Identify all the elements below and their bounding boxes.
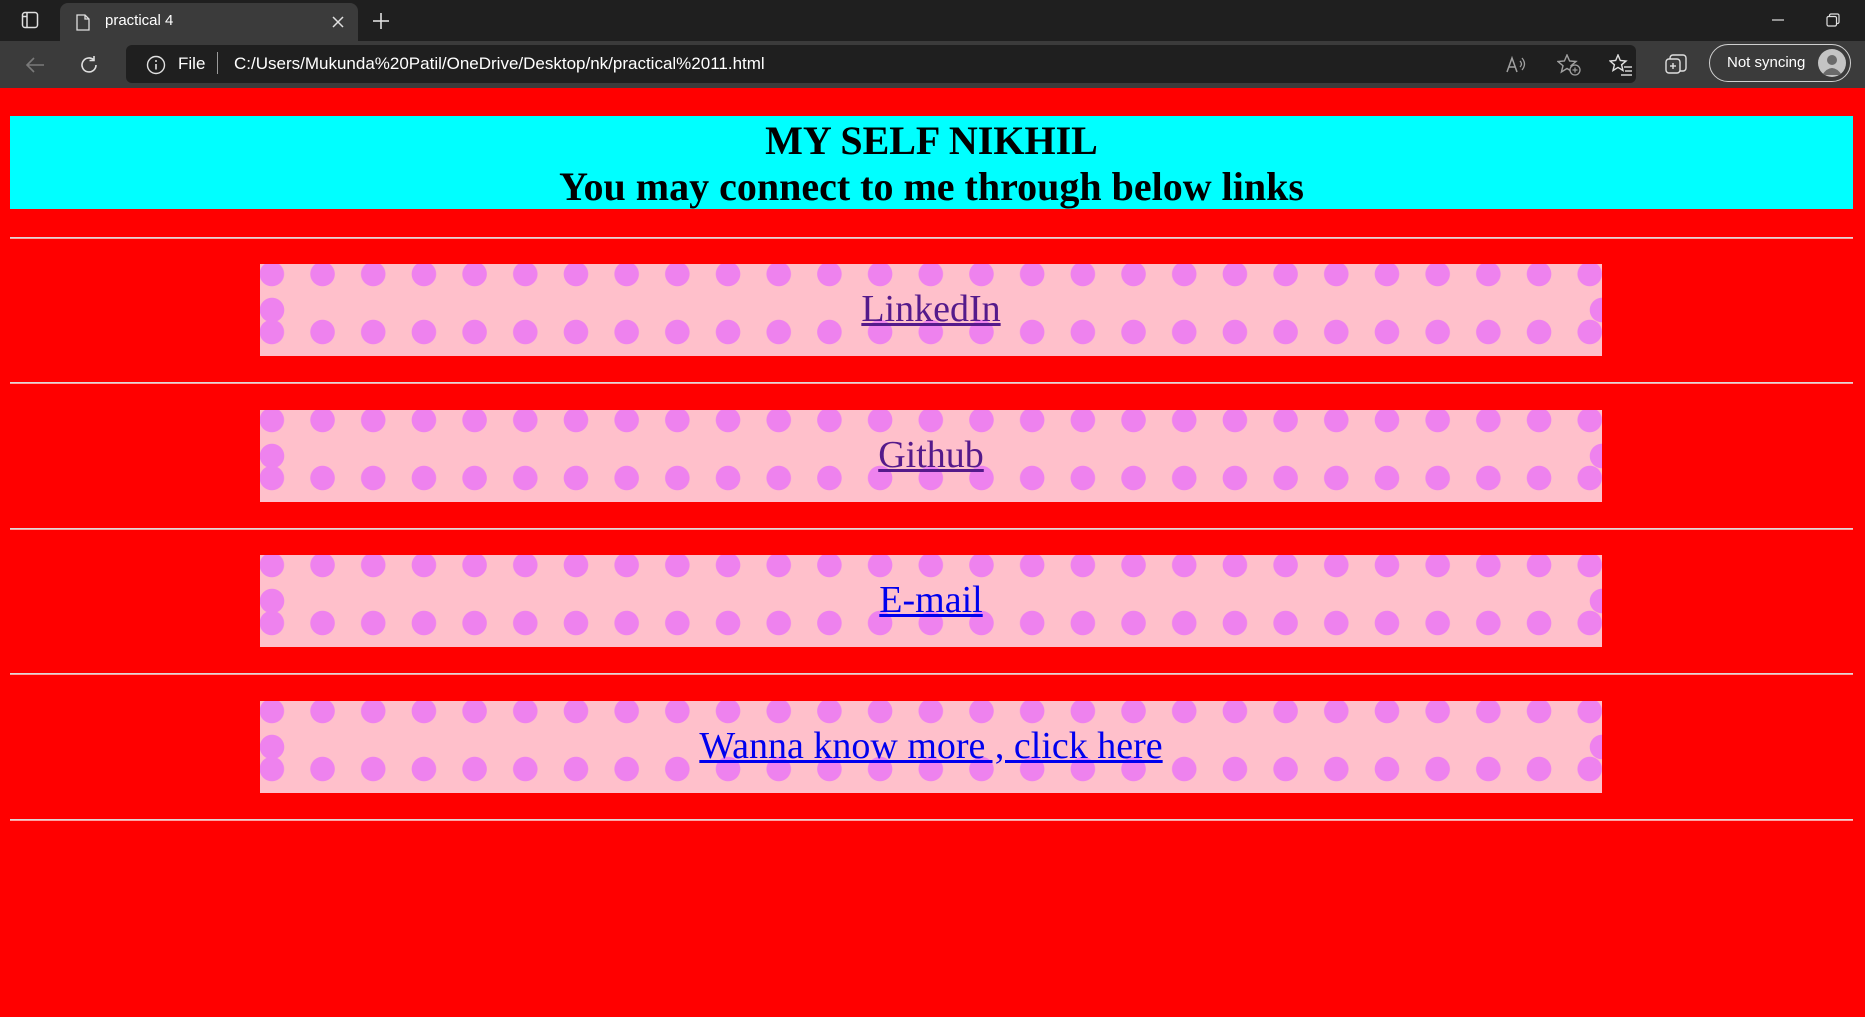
new-tab-button[interactable] bbox=[366, 6, 396, 36]
collections-icon[interactable] bbox=[1662, 51, 1690, 79]
divider bbox=[10, 382, 1853, 384]
divider bbox=[10, 673, 1853, 675]
tab-actions-icon[interactable] bbox=[14, 6, 46, 34]
page-subtitle: You may connect to me through below link… bbox=[559, 164, 1304, 209]
linkedin-link[interactable]: LinkedIn bbox=[861, 286, 1000, 332]
tab-bar: practical 4 bbox=[0, 0, 1865, 41]
link-box-linkedin: LinkedIn bbox=[260, 264, 1602, 356]
avatar bbox=[1818, 49, 1846, 77]
add-favorite-icon[interactable] bbox=[1557, 53, 1581, 77]
refresh-icon[interactable] bbox=[73, 49, 105, 81]
restore-icon[interactable] bbox=[1815, 6, 1851, 34]
tab-practical-4[interactable]: practical 4 bbox=[60, 3, 358, 41]
address-separator bbox=[217, 52, 218, 74]
address-bar[interactable]: File C:/Users/Mukunda%20Patil/OneDrive/D… bbox=[126, 45, 1636, 83]
plus-icon bbox=[373, 13, 389, 29]
github-link[interactable]: Github bbox=[878, 432, 984, 478]
minimize-icon[interactable] bbox=[1760, 6, 1796, 34]
know-more-link[interactable]: Wanna know more , click here bbox=[699, 723, 1162, 769]
divider bbox=[10, 819, 1853, 821]
toolbar: File C:/Users/Mukunda%20Patil/OneDrive/D… bbox=[0, 41, 1865, 88]
email-link[interactable]: E-mail bbox=[879, 577, 982, 623]
back-arrow-icon[interactable] bbox=[19, 49, 51, 81]
link-box-github: Github bbox=[260, 410, 1602, 502]
close-icon[interactable] bbox=[326, 10, 350, 34]
page-header: MY SELF NIKHIL You may connect to me thr… bbox=[10, 116, 1853, 209]
page-title: MY SELF NIKHIL bbox=[765, 118, 1098, 163]
divider bbox=[10, 237, 1853, 239]
page-icon bbox=[74, 13, 92, 31]
favorites-icon[interactable] bbox=[1607, 51, 1635, 79]
link-box-email: E-mail bbox=[260, 555, 1602, 647]
profile-label: Not syncing bbox=[1727, 54, 1806, 71]
address-prefix: File bbox=[178, 54, 206, 73]
link-box-more: Wanna know more , click here bbox=[260, 701, 1602, 793]
page-content: MY SELF NIKHIL You may connect to me thr… bbox=[0, 88, 1865, 1017]
browser-chrome: practical 4 File C:/Users/Mukunda%20Pati… bbox=[0, 0, 1865, 88]
divider bbox=[10, 528, 1853, 530]
info-icon[interactable] bbox=[146, 55, 166, 75]
read-aloud-icon[interactable] bbox=[1504, 53, 1528, 77]
profile-button[interactable]: Not syncing bbox=[1709, 44, 1851, 82]
tab-title: practical 4 bbox=[105, 12, 174, 29]
url-text[interactable]: C:/Users/Mukunda%20Patil/OneDrive/Deskto… bbox=[234, 54, 765, 74]
